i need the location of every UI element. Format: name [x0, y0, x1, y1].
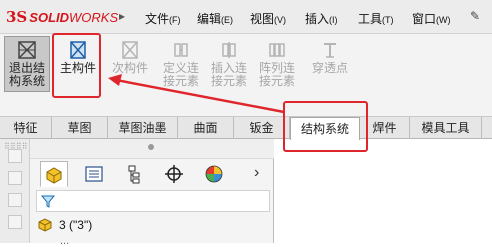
collapse-handle[interactable]	[148, 144, 154, 150]
feature-tree-icon	[46, 167, 62, 184]
grip-dots: ⠿⠿⠿⠿	[4, 142, 28, 151]
dimxpert-tab[interactable]	[160, 161, 188, 187]
secondary-member-icon	[122, 41, 138, 59]
pierce-point-button[interactable]: 穿透点	[306, 36, 354, 96]
menu-expand-icon[interactable]: ▸	[119, 9, 125, 23]
logo-ds: 3S	[6, 8, 28, 26]
menu-bar: 3S SOLID WORKS ▸ 文件(F) 编辑(E) 视图(V) 插入(I)…	[0, 0, 492, 34]
exit-structure-system-button[interactable]: 退出结构系统	[4, 36, 50, 92]
ghost-icon	[8, 149, 22, 163]
ghost-icon	[8, 215, 22, 229]
insert-connection-label: 插入连接元素	[210, 61, 247, 88]
insert-connection-icon	[222, 42, 236, 58]
left-toolbar	[0, 139, 30, 243]
exit-structure-icon	[18, 41, 36, 59]
part-icon	[38, 218, 52, 232]
logo-solid: SOLID	[29, 9, 70, 25]
logo-works: WORKS	[69, 9, 119, 25]
pierce-point-icon	[324, 43, 336, 58]
tab-sheet-metal[interactable]: 钣金	[234, 117, 290, 139]
secondary-member-button[interactable]: 次构件	[107, 36, 153, 96]
tab-mold-tools[interactable]: 模具工具	[410, 117, 482, 139]
pattern-connection-icon	[269, 43, 285, 57]
menu-edit[interactable]: 编辑(E)	[197, 10, 233, 27]
pin-icon[interactable]: ✎	[470, 9, 480, 23]
menu-window[interactable]: 窗口(W)	[412, 10, 451, 27]
crosshair-icon	[165, 165, 183, 183]
menu-insert[interactable]: 插入(I)	[305, 10, 338, 27]
display-manager-icon	[205, 165, 223, 183]
configuration-manager-icon	[128, 165, 140, 184]
tab-sketch[interactable]: 草图	[52, 117, 108, 139]
feature-tree-tab[interactable]	[40, 161, 68, 187]
structure-tab-highlight	[283, 101, 368, 152]
property-manager-tab[interactable]	[80, 161, 108, 187]
pattern-connection-button[interactable]: 阵列连接元素	[256, 36, 298, 96]
tree-root-item[interactable]: 3 ("3")	[36, 216, 92, 234]
primary-member-highlight	[52, 33, 101, 98]
solidworks-logo[interactable]: 3S SOLID WORKS	[6, 8, 118, 26]
pierce-point-label: 穿透点	[311, 61, 348, 75]
secondary-member-label: 次构件	[111, 61, 148, 75]
ghost-icon	[8, 193, 22, 207]
display-manager-tab[interactable]	[200, 161, 228, 187]
define-connection-icon	[174, 43, 188, 57]
menu-view[interactable]: 视图(V)	[250, 10, 286, 27]
insert-connection-button[interactable]: 插入连接元素	[208, 36, 250, 96]
tree-root-label: 3 ("3")	[59, 218, 93, 232]
ghost-icon	[8, 171, 22, 185]
tab-surfaces[interactable]: 曲面	[178, 117, 234, 139]
pattern-connection-label: 阵列连接元素	[258, 61, 295, 88]
configuration-manager-tab[interactable]	[120, 161, 148, 187]
more-tabs-icon[interactable]: ›	[254, 164, 259, 182]
define-connection-label: 定义连接元素	[162, 61, 199, 88]
filter-icon[interactable]	[40, 193, 56, 209]
define-connection-button[interactable]: 定义连接元素	[160, 36, 202, 96]
exit-structure-label: 退出结构系统	[8, 61, 45, 88]
tree-child-item[interactable]: ...	[60, 235, 69, 247]
command-tabs: 特征 草图 草图油墨 曲面 钣金 结构系统 焊件 模具工具	[0, 117, 492, 140]
tab-sketch-ink[interactable]: 草图油墨	[108, 117, 178, 139]
property-manager-icon	[85, 166, 103, 182]
filter-row[interactable]	[36, 190, 270, 212]
menu-file[interactable]: 文件(F)	[145, 10, 181, 27]
tab-features[interactable]: 特征	[0, 117, 52, 139]
menu-tools[interactable]: 工具(T)	[358, 10, 394, 27]
